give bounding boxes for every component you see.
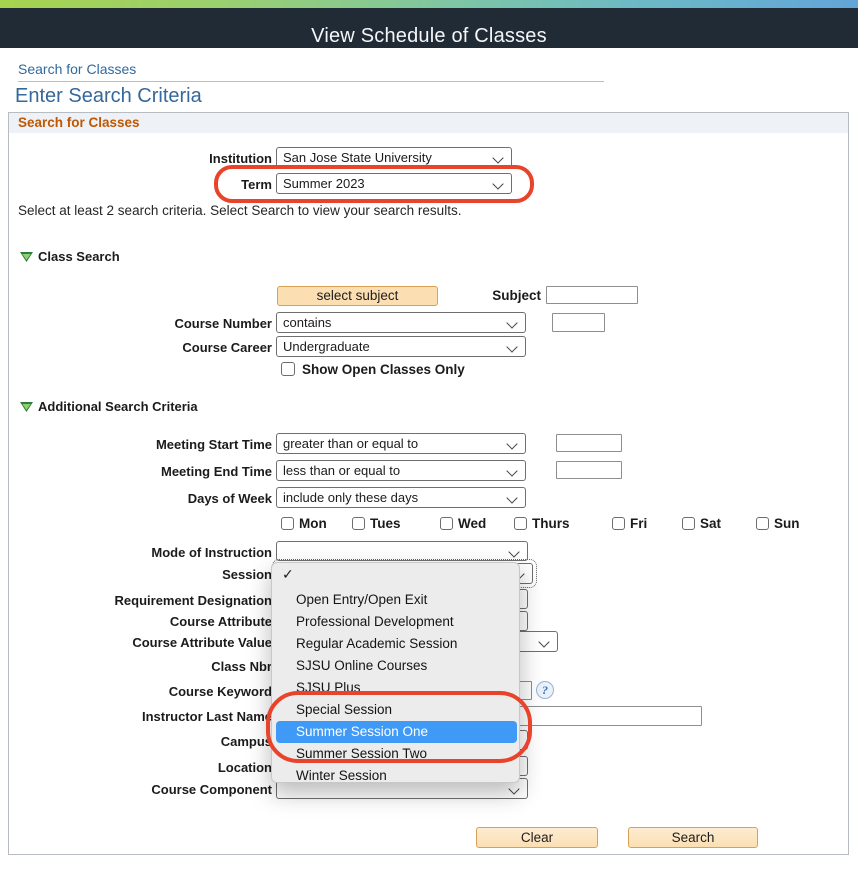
subject-label: Subject: [400, 288, 541, 303]
menu-item-professional[interactable]: Professional Development: [276, 611, 517, 633]
breadcrumb-link[interactable]: Search for Classes: [18, 61, 136, 77]
checkbox-fri[interactable]: [612, 517, 625, 530]
chevron-down-icon: [506, 438, 517, 449]
institution-select[interactable]: San Jose State University: [276, 147, 512, 168]
checkbox-tues[interactable]: [352, 517, 365, 530]
menu-item-regular[interactable]: Regular Academic Session: [276, 633, 517, 655]
checkbox-thurs[interactable]: [514, 517, 527, 530]
term-label: Term: [0, 177, 272, 192]
menu-item-sjsu-online[interactable]: SJSU Online Courses: [276, 655, 517, 677]
chevron-down-icon: [492, 152, 503, 163]
search-panel-title: Search for Classes: [18, 115, 140, 130]
checkbox-wed-label: Wed: [458, 516, 486, 531]
menu-item-open-entry[interactable]: Open Entry/Open Exit: [276, 589, 517, 611]
brand-gradient-stripe: [0, 0, 858, 8]
course-keyword-label: Course Keyword: [0, 684, 272, 699]
page-title: Enter Search Criteria: [15, 85, 202, 108]
location-label: Location: [0, 760, 272, 775]
session-label: Session: [0, 567, 272, 582]
course-attribute-value-label: Course Attribute Value: [0, 635, 272, 650]
days-of-week-operator-select[interactable]: include only these days: [276, 487, 526, 508]
course-career-value: Undergraduate: [283, 339, 370, 354]
institution-label: Institution: [0, 151, 272, 166]
additional-criteria-section-title: Additional Search Criteria: [38, 399, 198, 414]
checkbox-thurs-label: Thurs: [532, 516, 570, 531]
menu-item-sjsu-plus[interactable]: SJSU Plus: [276, 677, 517, 699]
term-select[interactable]: Summer 2023: [276, 173, 512, 194]
meeting-end-operator-value: less than or equal to: [283, 463, 400, 478]
chevron-down-icon: [506, 341, 517, 352]
menu-item-winter-session[interactable]: Winter Session: [276, 765, 517, 787]
search-button[interactable]: Search: [628, 827, 758, 848]
show-open-classes-checkbox[interactable]: [281, 362, 295, 376]
checkbox-mon[interactable]: [281, 517, 294, 530]
instructor-last-name-label: Instructor Last Name: [0, 709, 272, 724]
checkbox-tues-label: Tues: [370, 516, 401, 531]
course-number-label: Course Number: [0, 316, 272, 331]
chevron-down-icon: [506, 317, 517, 328]
checkbox-sat-label: Sat: [700, 516, 721, 531]
institution-value: San Jose State University: [283, 150, 432, 165]
meeting-start-time-input[interactable]: [556, 434, 622, 452]
course-component-label: Course Component: [0, 782, 272, 797]
breadcrumb-divider: [18, 81, 604, 82]
course-number-input[interactable]: [552, 313, 605, 332]
days-of-week-label: Days of Week: [0, 491, 272, 506]
checkbox-fri-label: Fri: [630, 516, 647, 531]
chevron-down-icon: [492, 178, 503, 189]
help-icon[interactable]: ?: [536, 681, 554, 699]
subject-input[interactable]: [546, 286, 638, 304]
menu-item-special-session[interactable]: Special Session: [276, 699, 517, 721]
checkbox-wed[interactable]: [440, 517, 453, 530]
chevron-down-icon: [506, 465, 517, 476]
page-header-title: View Schedule of Classes: [0, 25, 858, 48]
meeting-start-label: Meeting Start Time: [0, 437, 272, 452]
course-number-operator-value: contains: [283, 315, 331, 330]
chevron-down-icon: [506, 492, 517, 503]
campus-label: Campus: [0, 734, 272, 749]
mode-of-instruction-select[interactable]: [276, 541, 528, 561]
checkbox-sun-label[interactable]: [756, 517, 769, 530]
chevron-down-icon: [538, 636, 549, 647]
course-career-select[interactable]: Undergraduate: [276, 336, 526, 357]
course-attribute-label: Course Attribute: [0, 614, 272, 629]
checkbox-sat[interactable]: [682, 517, 695, 530]
show-open-classes-label: Show Open Classes Only: [302, 362, 465, 377]
checkbox-mon-label: Mon: [299, 516, 327, 531]
meeting-end-label: Meeting End Time: [0, 464, 272, 479]
checkbox-sun-label: Sun: [774, 516, 800, 531]
instruction-text: Select at least 2 search criteria. Selec…: [18, 203, 461, 218]
chevron-down-icon: [508, 546, 519, 557]
menu-item-summer-session-two[interactable]: Summer Session Two: [276, 743, 517, 765]
days-of-week-operator-value: include only these days: [283, 490, 418, 505]
session-dropdown-menu: ✓ Open Entry/Open Exit Professional Deve…: [271, 562, 520, 783]
mode-of-instruction-label: Mode of Instruction: [0, 545, 272, 560]
course-number-operator-select[interactable]: contains: [276, 312, 526, 333]
term-value: Summer 2023: [283, 176, 365, 191]
meeting-start-operator-value: greater than or equal to: [283, 436, 418, 451]
meeting-start-operator-select[interactable]: greater than or equal to: [276, 433, 526, 454]
menu-item-summer-session-one[interactable]: Summer Session One: [276, 721, 517, 743]
requirement-designation-label: Requirement Designation: [0, 593, 272, 608]
clear-button[interactable]: Clear: [476, 827, 598, 848]
class-search-section-title: Class Search: [38, 249, 120, 264]
selected-checkmark-icon: ✓: [282, 566, 294, 583]
class-nbr-label: Class Nbr: [0, 659, 272, 674]
meeting-end-time-input[interactable]: [556, 461, 622, 479]
titlebar: View Schedule of Classes: [0, 8, 858, 48]
meeting-end-operator-select[interactable]: less than or equal to: [276, 460, 526, 481]
course-career-label: Course Career: [0, 340, 272, 355]
